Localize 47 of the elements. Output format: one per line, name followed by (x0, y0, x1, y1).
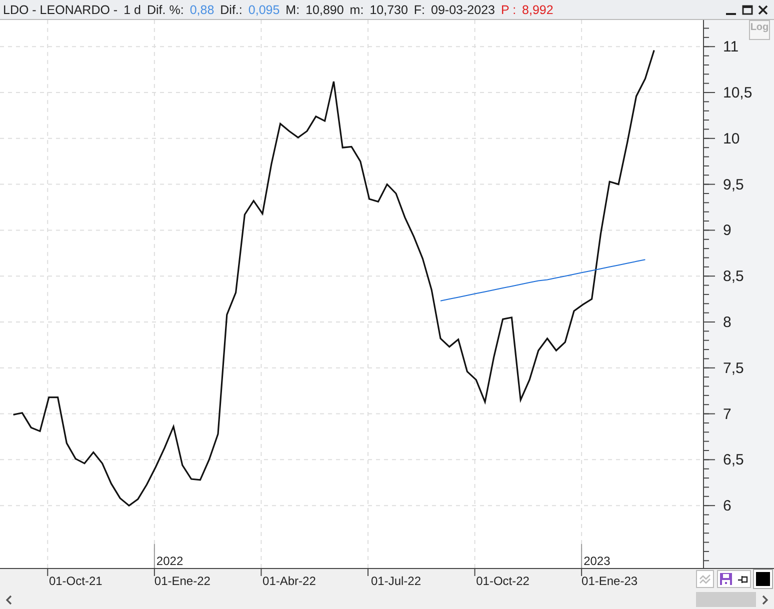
maximize-icon (742, 4, 752, 14)
symbol-title: LDO - LEONARDO - (3, 2, 118, 16)
y-axis-label: 10,5 (723, 84, 752, 102)
x-axis-label: 01-Ene-22 (154, 574, 210, 588)
year-label: 2022 (156, 554, 184, 568)
field-label: M: (286, 2, 300, 16)
year-label: 2023 (584, 554, 610, 568)
chevron-left-icon (5, 594, 13, 604)
y-axis-label: 8,5 (723, 268, 744, 286)
field-label: m: (350, 2, 364, 16)
y-axis-label: 10 (723, 130, 740, 148)
field-value: 10,730 (370, 2, 408, 16)
maximize-button[interactable] (740, 3, 754, 16)
y-axis-label: 8 (723, 314, 732, 331)
zigzag-icon (699, 573, 711, 585)
close-icon (758, 4, 768, 14)
y-axis-label: 9,5 (723, 176, 744, 194)
y-axis-label: 11 (723, 38, 739, 56)
y-axis-label: 7 (723, 406, 732, 423)
field-value: 09-03-2023 (431, 2, 495, 16)
x-axis-label: 01-Ene-23 (582, 574, 638, 588)
x-axis-label: 01-Oct-22 (476, 574, 530, 588)
field-value: 0,88 (190, 2, 214, 16)
scrollbar-thumb[interactable] (696, 592, 756, 607)
field-value: 10,890 (306, 2, 344, 16)
log-scale-button[interactable]: Log (749, 20, 770, 40)
x-axis-label: 01-Oct-21 (48, 574, 102, 588)
y-axis-label: 9 (723, 222, 732, 240)
minimize-icon (726, 12, 736, 14)
x-axis-label: 01-Abr-22 (262, 574, 316, 588)
pin-icon (738, 574, 748, 584)
field-value: 0,095 (248, 2, 280, 16)
floppy-icon (720, 573, 732, 585)
field-label: F: (414, 2, 426, 16)
y-axis-label: 7,5 (723, 360, 744, 377)
y-axis-label: 6,5 (723, 452, 744, 469)
field-label: Dif.: (220, 2, 242, 16)
field-label: P : (500, 2, 516, 16)
save-button[interactable] (717, 570, 751, 588)
close-button[interactable] (756, 3, 770, 16)
period-label: 1 d (124, 2, 141, 16)
y-axis-label: 6 (723, 498, 732, 515)
field-value: 8,992 (522, 2, 554, 16)
x-axis-label: 01-Jul-22 (370, 574, 421, 588)
field-label: Dif. %: (147, 2, 184, 16)
color-swatch[interactable] (754, 570, 772, 588)
chevron-right-icon (761, 594, 769, 604)
